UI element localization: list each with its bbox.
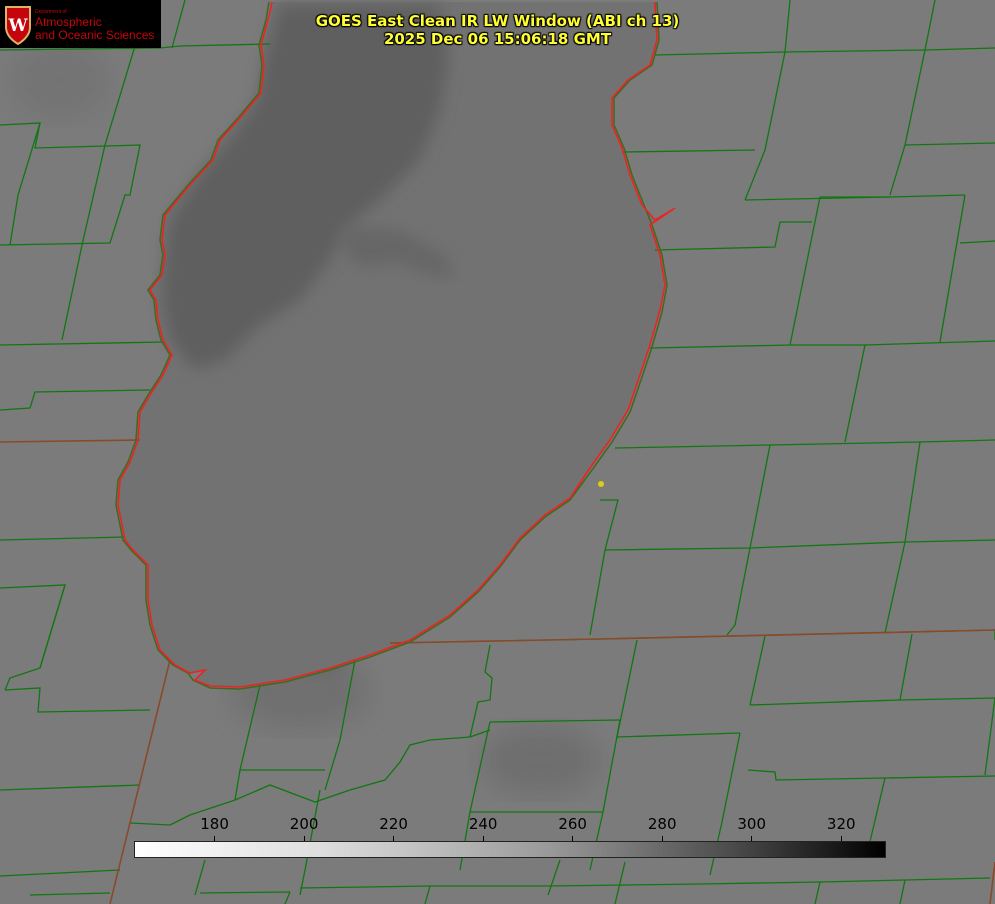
- colorbar-tick-mark: [303, 836, 305, 841]
- title-line2: 2025 Dec 06 15:06:18 GMT: [383, 30, 612, 48]
- colorbar-tick-mark: [393, 836, 395, 841]
- title-line1: GOES East Clean IR LW Window (ABI ch 13): [315, 12, 680, 30]
- colorbar-tick-label: 180: [200, 815, 229, 833]
- colorbar-tick-mark: [482, 836, 484, 841]
- colorbar-tick-mark: [751, 836, 753, 841]
- satellite-map: W Department of Atmospheric and Oceanic …: [0, 0, 995, 904]
- colorbar-tick-label: 260: [558, 815, 587, 833]
- temperature-colorbar: [134, 841, 886, 858]
- colorbar-tick-mark: [214, 836, 216, 841]
- colorbar-tick-label: 240: [468, 815, 498, 833]
- colorbar-tick-mark: [661, 836, 663, 841]
- colorbar-tick-label: 320: [826, 815, 856, 833]
- colorbar-tick-label: 200: [289, 815, 319, 833]
- colorbar-tick-mark: [840, 836, 842, 841]
- colorbar-tick-label: 300: [737, 815, 767, 833]
- land-cloud-patch: [10, 40, 110, 120]
- colorbar-tick-mark: [572, 836, 574, 841]
- land-cloud-patch: [480, 725, 600, 795]
- colorbar-tick-label: 280: [647, 815, 677, 833]
- location-marker: [598, 481, 604, 487]
- map-canvas: [0, 0, 995, 904]
- image-title: GOES East Clean IR LW Window (ABI ch 13)…: [0, 12, 995, 48]
- colorbar-tick-label: 220: [379, 815, 408, 833]
